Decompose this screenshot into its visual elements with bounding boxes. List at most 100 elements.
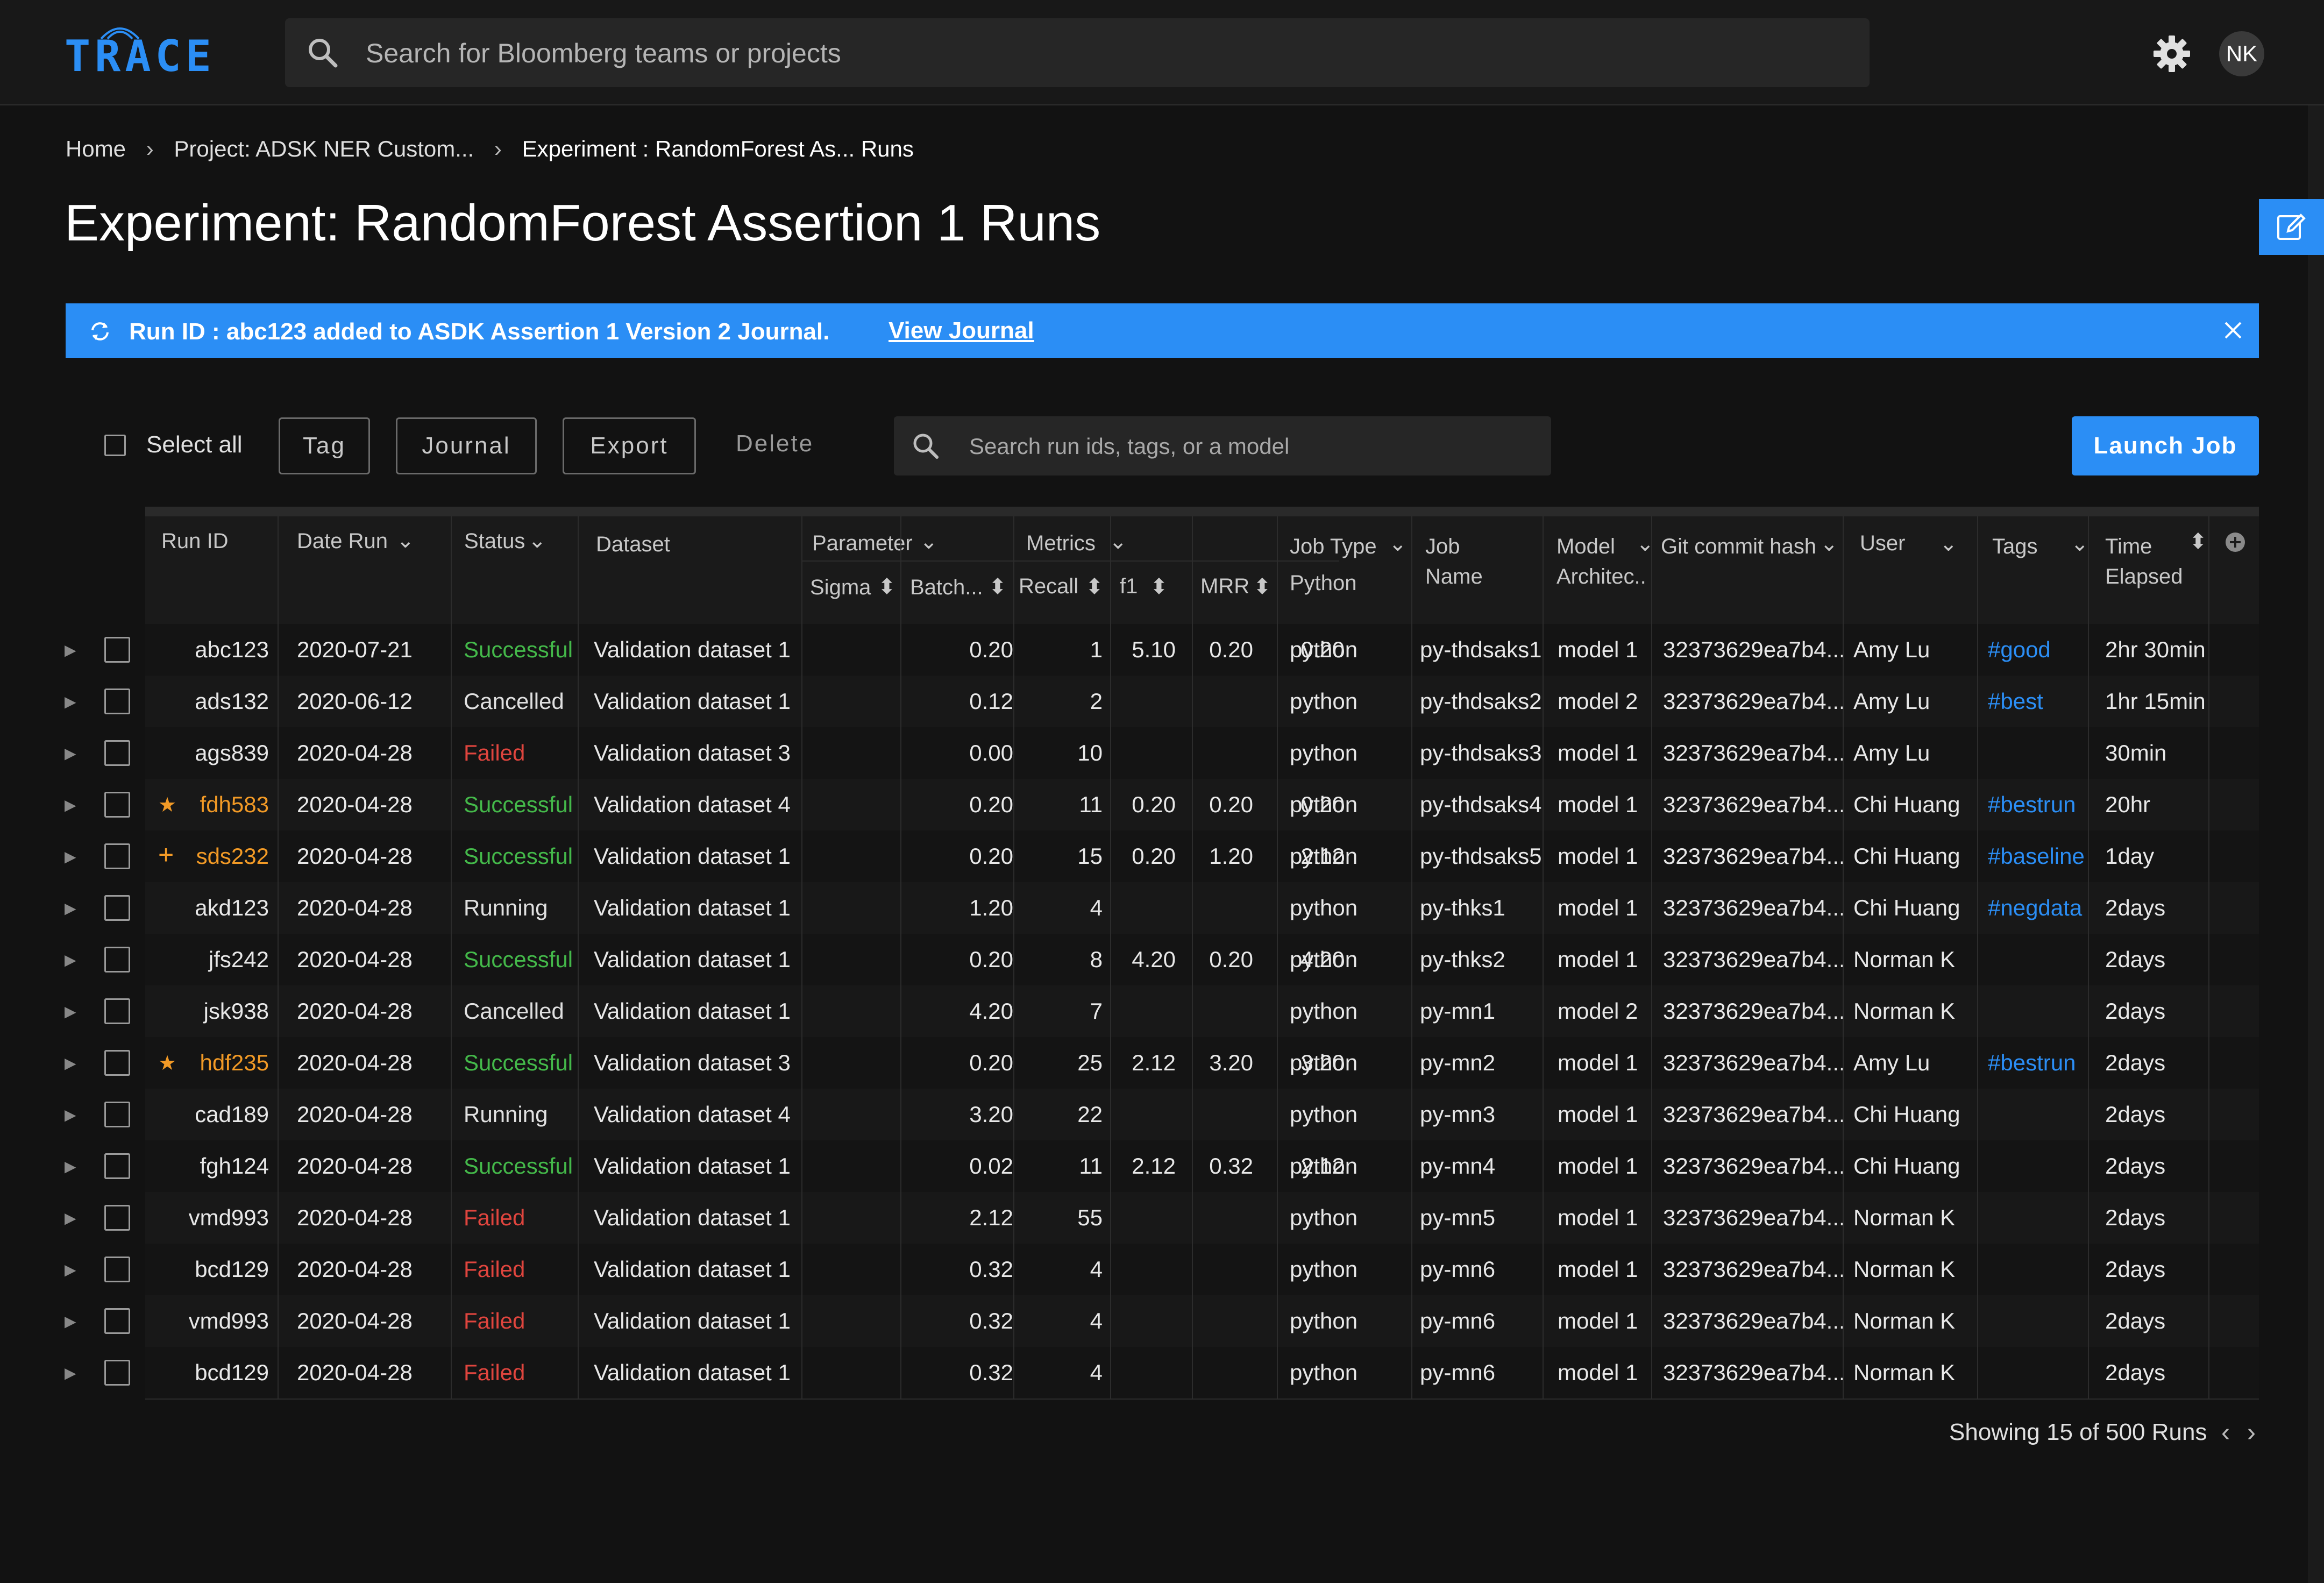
- table-row[interactable]: ▶ bcd129 2020-04-28 Failed Validation datase…: [65, 1244, 2259, 1295]
- table-row[interactable]: ▶ akd123 2020-04-28 Running Validation datas…: [65, 882, 2259, 934]
- col-tags[interactable]: Tags: [1992, 535, 2038, 559]
- col-sigma[interactable]: Sigma: [810, 576, 871, 600]
- col-git-commit[interactable]: Git commit hash: [1661, 535, 1816, 559]
- cell-run-id[interactable]: bcd129: [145, 1360, 269, 1386]
- table-row[interactable]: ▶ vmd993 2020-04-28 Failed Validation datase…: [65, 1295, 2259, 1347]
- sort-icon[interactable]: ⬍: [2189, 529, 2207, 554]
- row-checkbox[interactable]: [104, 843, 130, 869]
- table-row[interactable]: ▶ vmd993 2020-04-28 Failed Validation datase…: [65, 1192, 2259, 1244]
- select-all-label[interactable]: Select all: [146, 431, 243, 458]
- cell-run-id[interactable]: akd123: [145, 895, 269, 921]
- expand-row-icon[interactable]: ▶: [65, 1364, 76, 1382]
- expand-row-icon[interactable]: ▶: [65, 1261, 76, 1279]
- expand-row-icon[interactable]: ▶: [65, 744, 76, 762]
- cell-run-id[interactable]: hdf235: [145, 1050, 269, 1076]
- cell-tag[interactable]: #best: [1988, 688, 2043, 714]
- cell-tag[interactable]: #baseline: [1988, 843, 2085, 869]
- delete-button[interactable]: Delete: [736, 430, 814, 457]
- chevron-down-icon[interactable]: ⌄: [1389, 531, 1407, 556]
- expand-row-icon[interactable]: ▶: [65, 641, 76, 659]
- table-row[interactable]: ▶ abc123 2020-07-21 Successful Validation da…: [65, 624, 2259, 676]
- sort-icon[interactable]: ⬍: [1253, 574, 1271, 599]
- row-checkbox[interactable]: [104, 1360, 130, 1386]
- col-job-type-filter[interactable]: Python: [1290, 571, 1357, 595]
- expand-row-icon[interactable]: ▶: [65, 899, 76, 917]
- edit-panel-button[interactable]: [2259, 199, 2324, 255]
- expand-row-icon[interactable]: ▶: [65, 1106, 76, 1124]
- run-search-input[interactable]: Search run ids, tags, or a model: [894, 416, 1551, 475]
- cell-run-id[interactable]: ags839: [145, 740, 269, 766]
- select-all-checkbox[interactable]: [104, 435, 126, 456]
- cell-run-id[interactable]: ads132: [145, 688, 269, 714]
- table-row[interactable]: ▶ jsk938 2020-04-28 Cancelled Validation dat…: [65, 985, 2259, 1037]
- col-job-type[interactable]: Job Type: [1290, 535, 1377, 559]
- col-f1[interactable]: f1: [1120, 574, 1138, 599]
- chevron-down-icon[interactable]: ⌄: [396, 528, 415, 553]
- col-model[interactable]: Model: [1557, 535, 1615, 559]
- chevron-down-icon[interactable]: ⌄: [1109, 529, 1127, 554]
- row-checkbox[interactable]: [104, 740, 130, 766]
- cell-tag[interactable]: #bestrun: [1988, 792, 2076, 818]
- app-logo[interactable]: TRACE: [65, 31, 216, 81]
- gear-icon[interactable]: [2150, 32, 2193, 75]
- cell-run-id[interactable]: jfs242: [145, 947, 269, 972]
- row-checkbox[interactable]: [104, 1102, 130, 1127]
- row-checkbox[interactable]: [104, 1050, 130, 1076]
- chevron-down-icon[interactable]: ⌄: [920, 529, 938, 554]
- col-time[interactable]: Time: [2105, 535, 2152, 559]
- chevron-down-icon[interactable]: ⌄: [1939, 531, 1958, 556]
- col-mrr[interactable]: MRR: [1200, 574, 1249, 599]
- cell-run-id[interactable]: cad189: [145, 1102, 269, 1127]
- expand-row-icon[interactable]: ▶: [65, 1003, 76, 1020]
- table-row[interactable]: ▶ + sds232 2020-04-28 Successful Validation d…: [65, 830, 2259, 882]
- chevron-right-icon[interactable]: ›: [2247, 1418, 2256, 1447]
- journal-button[interactable]: Journal: [396, 417, 537, 474]
- add-column-icon[interactable]: [2224, 531, 2246, 553]
- scrollbar[interactable]: [2308, 105, 2324, 1583]
- col-user[interactable]: User: [1860, 531, 1905, 556]
- expand-row-icon[interactable]: ▶: [65, 693, 76, 711]
- chevron-down-icon[interactable]: ⌄: [528, 528, 546, 553]
- cell-run-id[interactable]: sds232: [145, 843, 269, 869]
- chevron-left-icon[interactable]: ‹: [2221, 1418, 2230, 1447]
- export-button[interactable]: Export: [563, 417, 696, 474]
- col-status[interactable]: Status: [464, 529, 525, 553]
- breadcrumb-home[interactable]: Home: [66, 136, 126, 162]
- col-job-name[interactable]: Job: [1425, 535, 1460, 559]
- col-parameter[interactable]: Parameter: [812, 531, 913, 556]
- cell-run-id[interactable]: jsk938: [145, 998, 269, 1024]
- expand-row-icon[interactable]: ▶: [65, 951, 76, 969]
- row-checkbox[interactable]: [104, 998, 130, 1024]
- cell-run-id[interactable]: vmd993: [145, 1308, 269, 1334]
- row-checkbox[interactable]: [104, 1308, 130, 1334]
- chevron-down-icon[interactable]: ⌄: [2071, 531, 2089, 556]
- expand-row-icon[interactable]: ▶: [65, 796, 76, 814]
- col-run-id[interactable]: Run ID: [161, 529, 229, 553]
- user-avatar[interactable]: NK: [2219, 31, 2264, 76]
- table-row[interactable]: ▶ cad189 2020-04-28 Running Validation datas…: [65, 1089, 2259, 1140]
- table-row[interactable]: ▶ bcd129 2020-04-28 Failed Validation datase…: [65, 1347, 2259, 1399]
- row-checkbox[interactable]: [104, 792, 130, 818]
- sort-icon[interactable]: ⬍: [1150, 574, 1168, 599]
- cell-tag[interactable]: #good: [1988, 637, 2051, 663]
- expand-row-icon[interactable]: ▶: [65, 1312, 76, 1330]
- chevron-down-icon[interactable]: ⌄: [1820, 531, 1838, 556]
- row-checkbox[interactable]: [104, 637, 130, 663]
- col-batch[interactable]: Batch...: [910, 576, 983, 600]
- expand-row-icon[interactable]: ▶: [65, 1209, 76, 1227]
- row-checkbox[interactable]: [104, 947, 130, 972]
- close-icon[interactable]: [2221, 318, 2245, 342]
- table-row[interactable]: ▶ ★ fdh583 2020-04-28 Successful Validation d…: [65, 779, 2259, 830]
- cell-run-id[interactable]: fdh583: [145, 792, 269, 818]
- view-journal-link[interactable]: View Journal: [889, 317, 1034, 344]
- expand-row-icon[interactable]: ▶: [65, 1054, 76, 1072]
- cell-tag[interactable]: #negdata: [1988, 895, 2082, 921]
- expand-row-icon[interactable]: ▶: [65, 848, 76, 865]
- col-metrics[interactable]: Metrics: [1026, 531, 1096, 556]
- expand-row-icon[interactable]: ▶: [65, 1158, 76, 1175]
- col-date-run[interactable]: Date Run: [297, 529, 388, 553]
- row-checkbox[interactable]: [104, 1153, 130, 1179]
- row-checkbox[interactable]: [104, 1205, 130, 1231]
- table-row[interactable]: ▶ ads132 2020-06-12 Cancelled Validation dat…: [65, 676, 2259, 727]
- row-checkbox[interactable]: [104, 895, 130, 921]
